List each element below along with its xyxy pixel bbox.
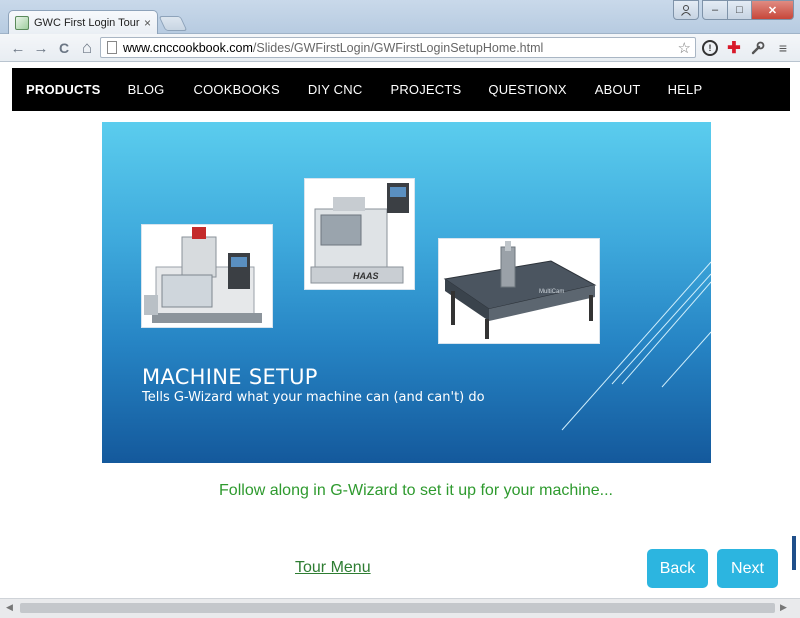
slide-subtitle: Tells G-Wizard what your machine can (an…: [142, 390, 485, 405]
bookmark-star-icon[interactable]: ☆: [678, 39, 691, 57]
vertical-mill-image: [141, 224, 273, 328]
scroll-left-arrow-icon[interactable]: ◀: [6, 602, 13, 613]
tour-menu-link[interactable]: Tour Menu: [295, 559, 371, 577]
nav-about[interactable]: ABOUT: [595, 82, 641, 97]
scroll-right-arrow-icon[interactable]: ▶: [780, 602, 787, 613]
lathe-badge: HAAS: [353, 271, 379, 281]
back-arrow-icon[interactable]: ←: [8, 38, 28, 58]
horizontal-scrollbar[interactable]: ◀ ▶: [0, 598, 800, 618]
wrench-icon[interactable]: [750, 40, 766, 56]
tab-close-icon[interactable]: ×: [144, 16, 151, 30]
forward-arrow-icon[interactable]: →: [31, 38, 51, 58]
router-badge: MultiCam: [539, 289, 564, 295]
lathe-image: HAAS: [304, 178, 415, 290]
red-cross-extension-icon[interactable]: ✚: [726, 40, 742, 57]
tab-title: GWC First Login Tour: Set: [34, 17, 140, 29]
vertical-scrollbar[interactable]: [790, 62, 800, 598]
title-bar: GWC First Login Tour: Set × – □ ✕: [0, 0, 800, 35]
machine-setup-slide: HAAS MultiCam MACHINE SETUP Tells G-Wiza…: [102, 122, 711, 463]
site-favicon-icon: [15, 16, 29, 30]
close-window-button[interactable]: ✕: [752, 0, 794, 20]
info-extension-icon[interactable]: !: [702, 40, 718, 56]
minimize-button[interactable]: –: [702, 0, 728, 20]
page-viewport: PRODUCTS BLOG COOKBOOKS DIY CNC PROJECTS…: [0, 62, 800, 598]
horizontal-scroll-thumb[interactable]: [20, 603, 775, 613]
home-icon[interactable]: ⌂: [77, 38, 97, 58]
follow-along-text: Follow along in G-Wizard to set it up fo…: [219, 482, 613, 499]
slide-title: MACHINE SETUP: [142, 365, 318, 389]
address-bar[interactable]: www.cnccookbook.com/Slides/GWFirstLogin/…: [100, 37, 696, 58]
nav-diy-cnc[interactable]: DIY CNC: [308, 82, 363, 97]
url-text: www.cnccookbook.com/Slides/GWFirstLogin/…: [123, 40, 544, 55]
nav-questionx[interactable]: QUESTIONX: [488, 82, 566, 97]
nav-projects[interactable]: PROJECTS: [390, 82, 461, 97]
page-icon: [107, 41, 117, 54]
next-button[interactable]: Next: [717, 549, 778, 588]
user-icon[interactable]: [673, 0, 699, 20]
nav-help[interactable]: HELP: [668, 82, 703, 97]
site-navigation: PRODUCTS BLOG COOKBOOKS DIY CNC PROJECTS…: [12, 68, 794, 111]
browser-toolbar: ← → C ⌂ www.cnccookbook.com/Slides/GWFir…: [0, 34, 800, 62]
back-button[interactable]: Back: [647, 549, 708, 588]
reload-icon[interactable]: C: [54, 38, 74, 58]
new-tab-button[interactable]: [158, 16, 188, 31]
maximize-button[interactable]: □: [728, 0, 752, 20]
nav-products[interactable]: PRODUCTS: [26, 82, 101, 97]
menu-icon[interactable]: ≡: [775, 40, 791, 56]
nav-cookbooks[interactable]: COOKBOOKS: [194, 82, 280, 97]
cnc-router-image: MultiCam: [438, 238, 600, 344]
browser-tab[interactable]: GWC First Login Tour: Set ×: [8, 10, 158, 35]
nav-blog[interactable]: BLOG: [128, 82, 165, 97]
vertical-scroll-thumb[interactable]: [792, 536, 796, 570]
window-controls: – □ ✕: [673, 0, 794, 20]
